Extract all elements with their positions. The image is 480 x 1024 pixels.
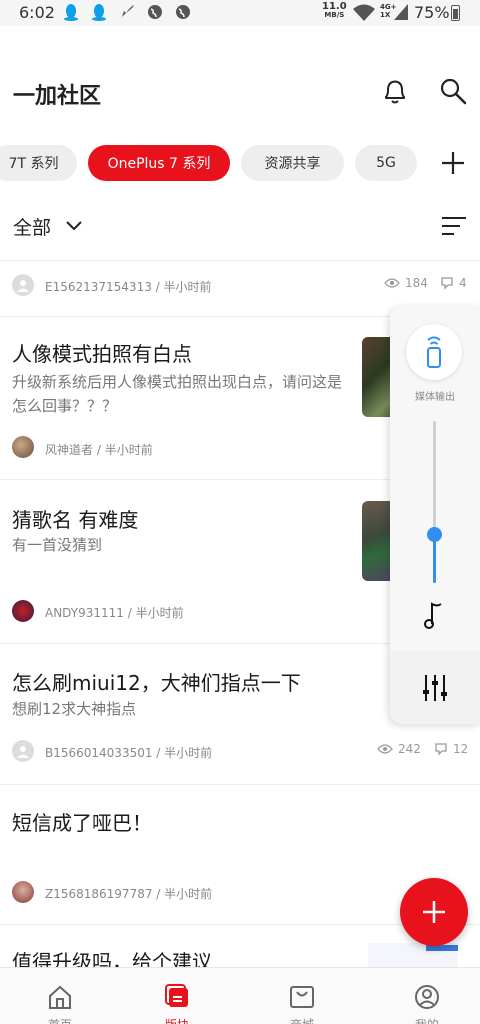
post-title: 值得升级吗，给个建议 [12, 950, 212, 967]
qq-icon [90, 3, 108, 21]
post-title: 短信成了哑巴！ [12, 811, 152, 835]
post-time: 半小时前 [104, 443, 153, 457]
add-tab-plus-icon[interactable] [440, 150, 466, 180]
tab-5g[interactable]: 5G [355, 145, 417, 181]
meta-separator: / [152, 887, 165, 901]
avatar [12, 740, 34, 762]
search-icon[interactable] [438, 76, 468, 110]
post-time: 半小时前 [163, 280, 212, 294]
post-meta: B1566014033501 / 半小时前 [45, 744, 212, 761]
avatar [12, 600, 34, 622]
avatar [12, 274, 34, 296]
globe-icon [174, 3, 192, 21]
meta-separator: / [151, 280, 164, 294]
post-desc: 想刷12求大神指点 [12, 700, 137, 718]
views-value: 242 [398, 742, 421, 756]
meta-separator: / [123, 606, 136, 620]
view-count: 242 [377, 742, 421, 756]
battery-percent: 75% [414, 3, 450, 22]
post-author: E1562137154313 [45, 280, 152, 294]
comment-icon [435, 743, 447, 756]
signal-icon [394, 4, 408, 24]
volume-slider-thumb[interactable] [427, 527, 442, 542]
chevron-down-icon[interactable] [64, 216, 84, 240]
view-count: 184 [384, 276, 428, 290]
avatar [12, 436, 34, 458]
sort-icon[interactable] [441, 216, 467, 240]
comments-value: 4 [459, 276, 467, 290]
status-bar: 6:02 11.0 MB/S 4G+ 1X 75% [0, 0, 480, 26]
media-output-button[interactable] [406, 324, 462, 380]
net-speed: 11.0 MB/S [322, 2, 347, 20]
status-time: 6:02 [19, 3, 55, 22]
plus-icon [423, 901, 445, 923]
battery-icon [451, 5, 460, 21]
tab-resource-sharing[interactable]: 资源共享 [241, 145, 344, 181]
comment-count: 4 [440, 276, 467, 290]
post-meta: 风神道者 / 半小时前 [45, 441, 153, 458]
post-meta: E1562137154313 / 半小时前 [45, 278, 212, 295]
wifi-icon [352, 4, 376, 25]
tab-7t-series[interactable]: 7T 系列 [0, 145, 77, 181]
nav-item-board[interactable]: 版块 [117, 968, 237, 1024]
post-time: 半小时前 [164, 887, 213, 901]
music-note-icon[interactable] [423, 601, 445, 633]
volume-panel: 媒体输出 [390, 306, 480, 724]
eye-icon [377, 744, 393, 754]
globe-icon [146, 3, 164, 21]
post-title: 怎么刷miui12，大神们指点一下 [12, 671, 301, 695]
post-desc: 有一首没猜到 [12, 536, 103, 554]
meta-separator: / [93, 443, 105, 457]
post-meta: Z1568186197787 / 半小时前 [45, 885, 212, 902]
avatar [12, 881, 34, 903]
nav-item-profile[interactable]: 我的 [367, 968, 480, 1024]
qq-icon [62, 3, 80, 21]
comments-value: 12 [453, 742, 469, 756]
rocket-icon [118, 3, 136, 21]
comment-icon [441, 277, 453, 290]
eye-icon [384, 278, 400, 288]
post-title: 人像模式拍照有白点 [12, 342, 192, 366]
post-author: ANDY931111 [45, 606, 124, 620]
equalizer-settings-icon[interactable] [422, 674, 448, 706]
bell-icon[interactable] [380, 76, 410, 110]
post-title: 猜歌名 有难度 [12, 508, 139, 532]
board-icon [165, 984, 188, 1007]
post-author: B1566014033501 [45, 746, 153, 760]
post-time: 半小时前 [164, 746, 213, 760]
tab-oneplus-7-series[interactable]: OnePlus 7 系列 [88, 145, 230, 181]
post-thumbnail [368, 943, 458, 967]
page-title: 一加社区 [13, 84, 102, 109]
bottom-nav: 首页 版块 商城 我的 [0, 967, 480, 1024]
post-desc: 升级新系统后用人像模式拍照出现白点，请问这是怎么回事？？？ [12, 373, 343, 415]
comment-count: 12 [434, 742, 468, 756]
nav-item-shop[interactable]: 商城 [242, 968, 362, 1024]
post-meta: ANDY931111 / 半小时前 [45, 604, 184, 621]
nav-item-home[interactable]: 首页 [0, 968, 120, 1024]
profile-icon [415, 985, 439, 1009]
media-output-icon [427, 336, 441, 368]
meta-separator: / [152, 746, 165, 760]
filter-all[interactable]: 全部 [13, 213, 51, 240]
net-speed-value: 11.0 [322, 1, 347, 12]
home-icon [49, 985, 71, 1009]
media-output-label: 媒体输出 [415, 392, 455, 403]
post-time: 半小时前 [135, 606, 184, 620]
net-speed-unit: MB/S [324, 11, 345, 19]
shop-icon [290, 986, 314, 1008]
post-author: Z1568186197787 [45, 887, 153, 901]
notification-icons [62, 3, 192, 21]
views-value: 184 [405, 276, 428, 290]
new-post-button[interactable] [400, 878, 468, 946]
post-author: 风神道者 [45, 443, 94, 457]
